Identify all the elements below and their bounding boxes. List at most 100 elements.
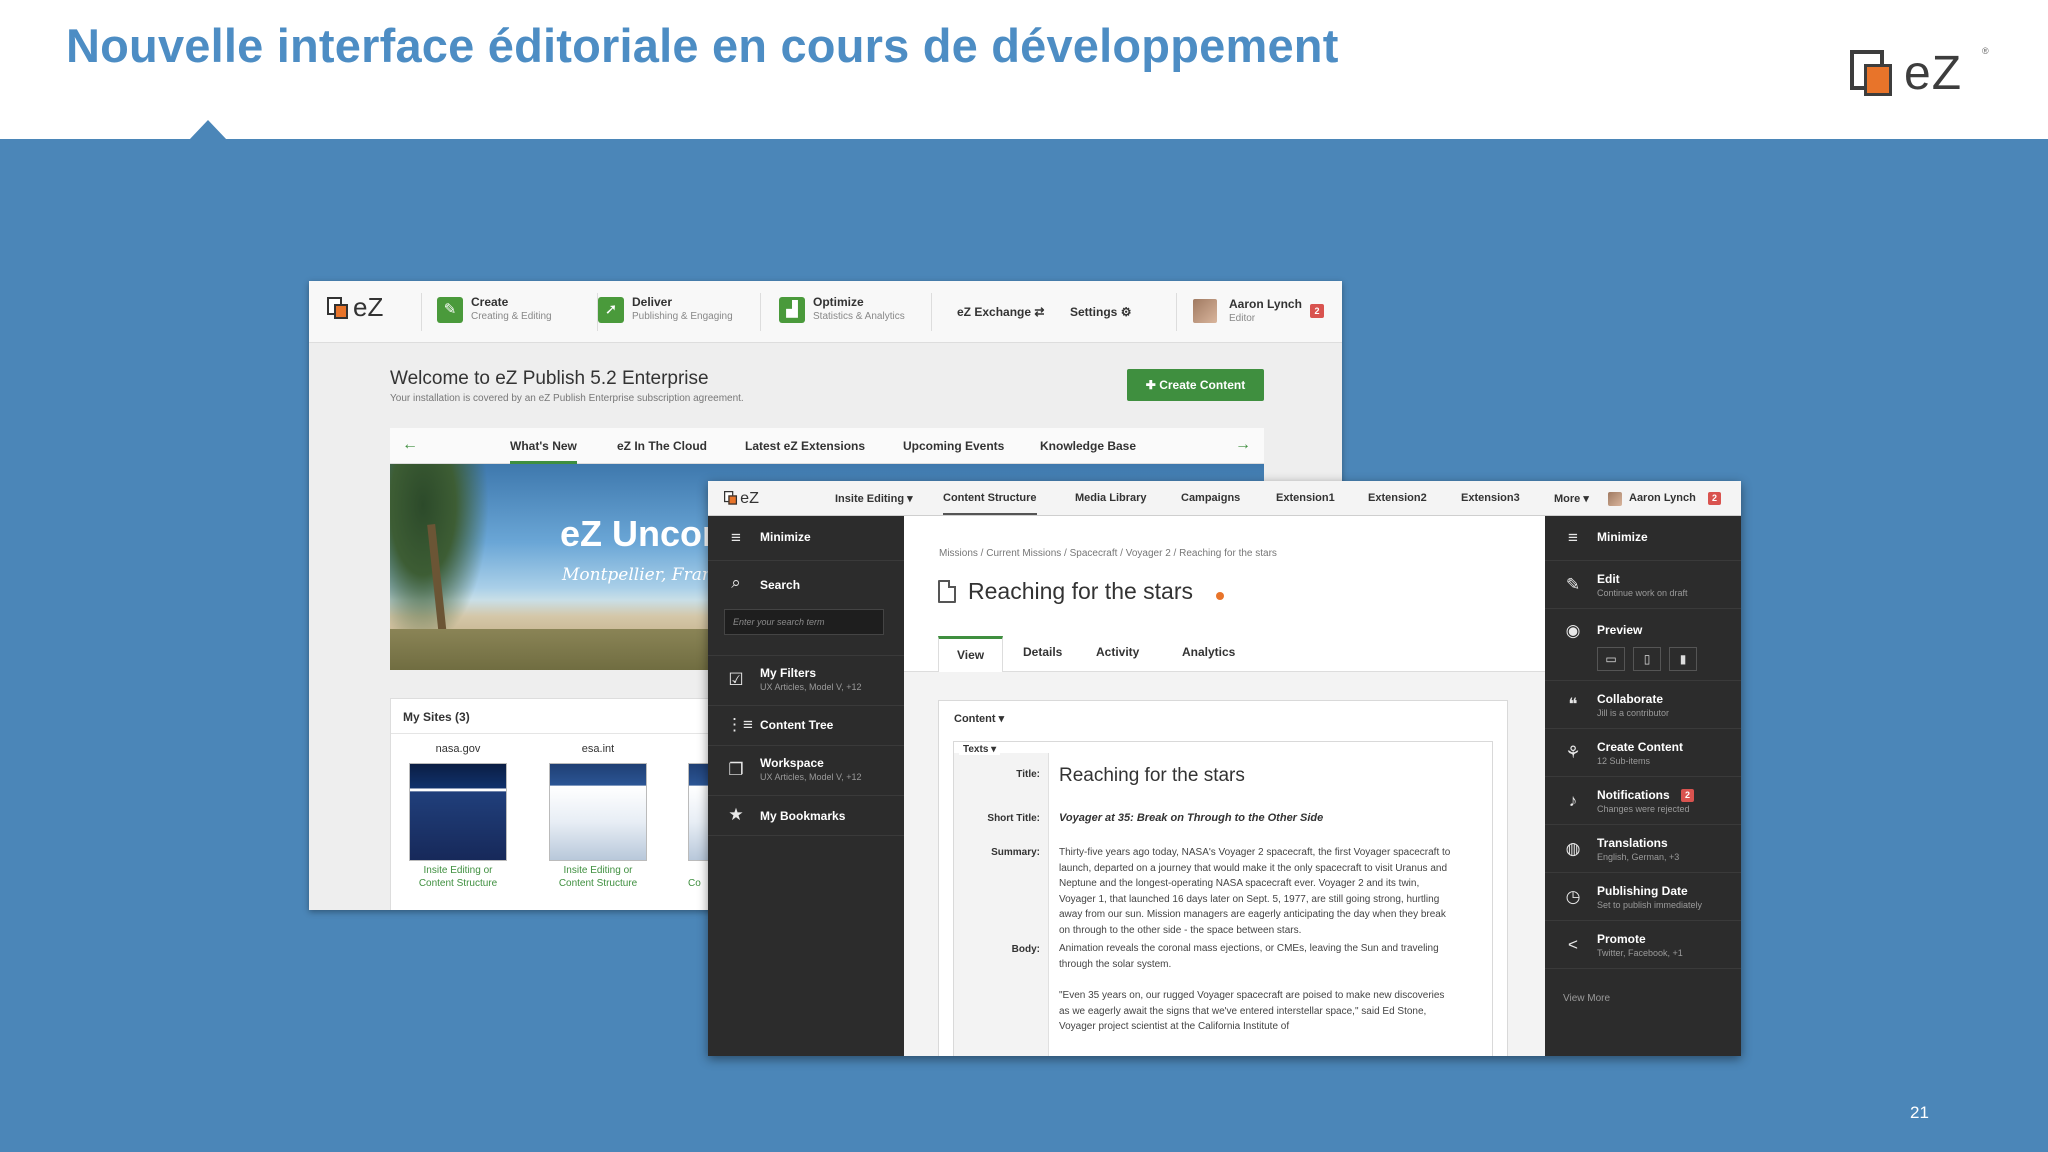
summary-label: Summary: [991,847,1040,858]
tab-latest-extensions[interactable]: Latest eZ Extensions [745,439,865,453]
nav-extension2[interactable]: Extension2 [1368,492,1427,504]
globe-icon: ◍ [1565,839,1581,858]
tablet-icon[interactable]: ▯ [1633,647,1661,671]
short-title-label: Short Title: [987,813,1040,824]
content-section-toggle[interactable]: Content ▾ [954,712,1004,725]
my-filters-sub: UX Articles, Model V, +12 [760,682,862,692]
tab-activity[interactable]: Activity [1096,645,1139,659]
slide-header: Nouvelle interface éditoriale en cours d… [0,0,2048,139]
tab-knowledge-base[interactable]: Knowledge Base [1040,439,1136,453]
site-link-structure[interactable]: Content Structure [403,878,513,889]
tab-details[interactable]: Details [1023,645,1062,659]
page-number: 21 [1910,1103,1929,1122]
gear-icon: ⚙ [1120,305,1132,319]
summary-value[interactable]: Thirty-five years ago today, NASA's Voya… [1059,845,1454,938]
tab-view[interactable]: View [938,636,1004,673]
short-title-value[interactable]: Voyager at 35: Break on Through to the O… [1059,812,1323,824]
edit-label: Edit [1597,572,1620,586]
action-edit[interactable]: ✎ Edit Continue work on draft [1545,561,1741,609]
user-role: Editor [1229,313,1256,324]
logo-square-front-icon [1864,64,1892,96]
dashboard-topbar: eZ ✎ Create Creating & Editing ➚ Deliver… [309,281,1342,343]
content-panel: Content ▾ Title: Short Title: Summary: B… [904,672,1545,1056]
nav-optimize-sub: Statistics & Analytics [813,311,905,322]
left-minimize[interactable]: ≡ Minimize [708,516,904,561]
left-my-filters[interactable]: ☑ My Filters UX Articles, Model V, +12 [708,656,904,706]
dashboard-logo[interactable]: eZ [327,292,397,323]
action-preview[interactable]: ◉ Preview ▭ ▯ ▮ [1545,609,1741,681]
texts-section-toggle[interactable]: Texts ▾ [959,744,1001,755]
tab-upcoming-events[interactable]: Upcoming Events [903,439,1004,453]
arrow-left-icon[interactable]: ← [402,436,418,454]
pencil-icon: ✎ [437,297,463,323]
logo-text: eZ [1904,47,1963,100]
left-bookmarks[interactable]: ★ My Bookmarks [708,796,904,836]
subscription-note: Your installation is covered by an eZ Pu… [390,393,744,404]
ez-exchange-link[interactable]: eZ Exchange ⇄ [957,305,1044,319]
user-avatar[interactable] [1193,299,1217,323]
view-more-link[interactable]: View More [1563,993,1610,1004]
action-promote[interactable]: < Promote Twitter, Facebook, +1 [1545,921,1741,969]
action-collaborate[interactable]: ❝ Collaborate Jill is a contributor [1545,681,1741,729]
site-link-insite[interactable]: Insite Editing or [543,865,653,876]
body-value-paragraph[interactable]: Animation reveals the coronal mass eject… [1059,941,1454,972]
search-label: Search [760,578,801,592]
body-value-paragraph[interactable]: "Even 35 years on, our rugged Voyager sp… [1059,988,1454,1035]
nav-media-library[interactable]: Media Library [1075,492,1147,504]
nav-extension1[interactable]: Extension1 [1276,492,1335,504]
editor-logo[interactable]: eZ [724,488,759,507]
user-name[interactable]: Aaron Lynch [1229,297,1302,311]
nav-content-structure[interactable]: Content Structure [943,492,1037,515]
title-value[interactable]: Reaching for the stars [1059,765,1245,787]
user-name[interactable]: Aaron Lynch [1629,492,1696,504]
plus-icon: ✚ [1145,378,1160,392]
search-input[interactable]: Enter your search term [724,609,884,635]
tab-analytics[interactable]: Analytics [1182,645,1235,659]
tab-whats-new[interactable]: What's New [510,439,577,464]
site-link-structure[interactable]: Content Structure [543,878,653,889]
nav-more[interactable]: More ▾ [1554,492,1589,505]
notification-badge[interactable]: 2 [1708,492,1721,505]
site-thumbnail[interactable] [549,763,647,861]
notifications-sub: Changes were rejected [1597,804,1690,814]
body-label: Body: [1011,944,1040,955]
logo-front-icon [728,495,738,505]
site-link-insite[interactable]: Insite Editing or [403,865,513,876]
content-box: Content ▾ Title: Short Title: Summary: B… [938,700,1508,1056]
arrow-right-icon[interactable]: → [1235,436,1251,454]
desktop-icon[interactable]: ▭ [1597,647,1625,671]
edit-sub: Continue work on draft [1597,588,1688,598]
action-notifications[interactable]: ♪ Notifications 2 Changes were rejected [1545,777,1741,825]
tree-icon: ⋮≡ [726,715,753,734]
left-workspace[interactable]: ❐ Workspace UX Articles, Model V, +12 [708,746,904,796]
settings-link[interactable]: Settings ⚙ [1070,305,1131,319]
promote-sub: Twitter, Facebook, +1 [1597,948,1683,958]
right-minimize[interactable]: ≡ Minimize [1545,516,1741,561]
action-translations[interactable]: ◍ Translations English, German, +3 [1545,825,1741,873]
clock-icon: ◷ [1565,887,1581,906]
site-card[interactable]: nasa.gov Insite Editing or Content Struc… [403,743,513,889]
site-thumbnail[interactable] [409,763,507,861]
header-pointer-icon [189,120,227,140]
my-filters-label: My Filters [760,666,817,680]
menu-icon: ≡ [1568,528,1578,547]
nav-extension3[interactable]: Extension3 [1461,492,1520,504]
site-card[interactable]: esa.int Insite Editing or Content Struct… [543,743,653,889]
breadcrumb[interactable]: Missions / Current Missions / Spacecraft… [939,548,1277,559]
editor-main: Missions / Current Missions / Spacecraft… [904,516,1545,1056]
collaborate-sub: Jill is a contributor [1597,708,1670,718]
action-create-content[interactable]: ⚘ Create Content 12 Sub-items [1545,729,1741,777]
nav-campaigns[interactable]: Campaigns [1181,492,1240,504]
user-avatar[interactable] [1608,492,1622,506]
left-content-tree[interactable]: ⋮≡ Content Tree [708,706,904,746]
publishing-date-label: Publishing Date [1597,884,1688,898]
nav-insite-editing[interactable]: Insite Editing ▾ [835,492,913,505]
tab-ez-in-the-cloud[interactable]: eZ In The Cloud [617,439,707,453]
right-sidebar: ≡ Minimize ✎ Edit Continue work on draft… [1545,516,1741,1056]
bell-icon: ♪ [1568,791,1578,810]
phone-icon[interactable]: ▮ [1669,647,1697,671]
action-publishing-date[interactable]: ◷ Publishing Date Set to publish immedia… [1545,873,1741,921]
registered-mark-icon: ® [1982,46,1989,56]
notification-badge[interactable]: 2 [1310,304,1324,318]
create-content-button[interactable]: ✚ Create Content [1127,369,1264,401]
